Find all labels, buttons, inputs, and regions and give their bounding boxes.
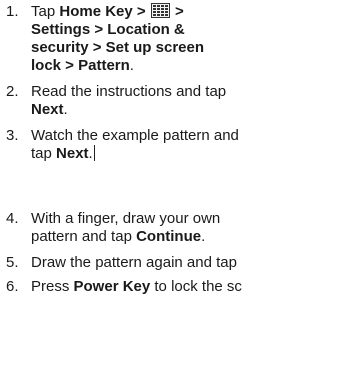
step-number: 3. <box>6 127 19 144</box>
step-4: 4. With a finger, draw your own pattern … <box>6 210 220 245</box>
step-number: 4. <box>6 210 19 227</box>
step-number: 5. <box>6 254 19 271</box>
step-text: Draw the pattern again and tap <box>31 254 237 271</box>
step-number: 6. <box>6 278 19 295</box>
step-text: Tap Home Key > > Settings > Location & s… <box>31 3 204 74</box>
step-2: 2. Read the instructions and tap Next. <box>6 83 226 118</box>
step-6: 6. Press Power Key to lock the sc <box>6 278 242 296</box>
step-text: Press Power Key to lock the sc <box>31 278 242 295</box>
step-5: 5. Draw the pattern again and tap <box>6 254 237 272</box>
step-1: 1. Tap Home Key > > Settings > Location … <box>6 3 204 74</box>
grid-menu-icon <box>150 3 170 18</box>
step-text: Read the instructions and tap Next. <box>31 83 227 118</box>
step-3: 3. Watch the example pattern and tap Nex… <box>6 127 239 162</box>
step-text: Watch the example pattern and tap Next. <box>31 127 239 162</box>
step-number: 2. <box>6 83 19 100</box>
step-text: With a finger, draw your own pattern and… <box>31 210 221 245</box>
home-key-label: Home Key > <box>59 3 146 20</box>
text-cursor <box>93 145 95 161</box>
step-number: 1. <box>6 3 19 20</box>
